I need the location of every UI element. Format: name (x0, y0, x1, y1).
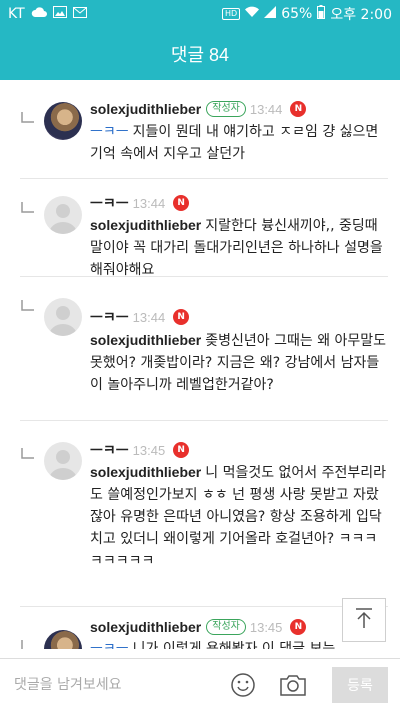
comment-text: solexjudithlieber 지랄한다 븅신새끼야,, 중딩때말이야 꼭 대… (90, 214, 388, 281)
comment-input[interactable] (14, 673, 214, 697)
mention[interactable]: solexjudithlieber (90, 332, 201, 348)
comment-text: solexjudithlieber 좆병신년아 그때는 왜 아무말도 못했어? 개… (90, 329, 388, 396)
divider (20, 178, 388, 179)
default-avatar-icon[interactable] (44, 298, 82, 336)
comment-header: solexjudithlieber 작성자 13:44 N (90, 99, 307, 119)
arrow-up-icon (354, 607, 374, 633)
author-name[interactable]: ㅡㅋㅡ (90, 440, 129, 460)
battery-icon (317, 5, 326, 23)
comment-time: 13:45 (249, 619, 283, 635)
author-name[interactable]: ㅡㅋㅡ (90, 193, 129, 213)
scroll-top-button[interactable] (342, 598, 386, 642)
comment-time: 13:44 (249, 101, 283, 117)
signal-icon (264, 6, 277, 22)
comment-header: solexjudithlieber 작성자 13:45 N (90, 617, 307, 637)
battery-percent: 65% (281, 6, 313, 22)
mention[interactable]: solexjudithlieber (90, 464, 201, 480)
camera-icon[interactable] (279, 672, 307, 698)
mention[interactable]: solexjudithlieber (90, 217, 201, 233)
comment-time: 13:44 (132, 309, 166, 325)
comment-text: ㅡㅋㅡ 지들이 뭔데 내 얘기하고 ㅈㄹ임 걍 싫으면 기억 속에서 지우고 살던… (90, 121, 388, 165)
reply-arrow-icon (20, 298, 36, 314)
comment-content: 지들이 뭔데 내 얘기하고 ㅈㄹ임 걍 싫으면 기억 속에서 지우고 살던가 (90, 124, 379, 162)
clock: 오후 2:00 (330, 7, 392, 23)
author-name[interactable]: solexjudithlieber (90, 619, 201, 635)
comment-header: ㅡㅋㅡ 13:44 N (90, 193, 190, 213)
new-badge: N (290, 101, 307, 117)
new-badge: N (173, 442, 190, 458)
author-name[interactable]: ㅡㅋㅡ (90, 307, 129, 327)
emoji-icon[interactable] (230, 672, 256, 698)
comment-header: ㅡㅋㅡ 13:44 N (90, 307, 190, 327)
comment-content: 니가 이렇게 욕해봤자 이 댓글 보는 (132, 641, 336, 649)
divider (20, 420, 388, 421)
reply-arrow-icon (20, 446, 36, 462)
avatar[interactable] (44, 630, 82, 649)
avatar[interactable] (44, 102, 82, 140)
carrier-label: KT (8, 6, 25, 22)
submit-button[interactable]: 등록 (332, 667, 388, 703)
reply-arrow-icon (20, 638, 36, 649)
page-title: 댓글 84 (170, 45, 230, 65)
divider (20, 606, 388, 607)
mail-icon (72, 6, 87, 22)
reply-arrow-icon (20, 200, 36, 216)
comment-time: 13:45 (132, 442, 166, 458)
comment-text: solexjudithlieber 니 먹을것도 없어서 주전부리라도 쓸예정인가… (90, 461, 388, 572)
divider (20, 276, 388, 277)
title-bar: 댓글 84 (0, 28, 400, 80)
mention[interactable]: ㅡㅋㅡ (90, 641, 129, 649)
new-badge: N (173, 195, 190, 211)
default-avatar-icon[interactable] (44, 196, 82, 234)
reply-arrow-icon (20, 110, 36, 126)
default-avatar-icon[interactable] (44, 442, 82, 480)
hd-badge: HD (222, 8, 241, 20)
new-badge: N (173, 309, 190, 325)
writer-badge: 작성자 (206, 101, 246, 117)
writer-badge: 작성자 (206, 619, 246, 635)
mention[interactable]: ㅡㅋㅡ (90, 124, 129, 140)
new-badge: N (290, 619, 307, 635)
comment-input-bar: 등록 (0, 658, 400, 711)
cloud-icon (31, 6, 47, 22)
comment-header: ㅡㅋㅡ 13:45 N (90, 440, 190, 460)
wifi-icon (245, 6, 260, 22)
comment-time: 13:44 (132, 195, 166, 211)
image-icon (52, 6, 67, 22)
author-name[interactable]: solexjudithlieber (90, 101, 201, 117)
comment-content: 니 먹을것도 없어서 주전부리라도 쓸예정인가보지 ㅎㅎ 넌 평생 사랑 못받고… (90, 465, 387, 569)
status-bar: KT HD 65% 오후 2:00 (0, 0, 400, 28)
comment-list[interactable]: solexjudithlieber 작성자 13:44 N ㅡㅋㅡ 지들이 뭔데 … (0, 80, 400, 649)
